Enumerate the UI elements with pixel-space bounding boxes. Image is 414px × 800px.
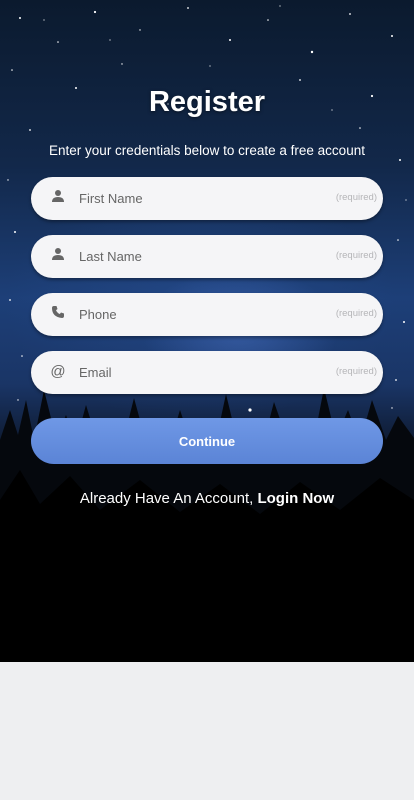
login-now-link[interactable]: Login Now [257,490,334,507]
last-name-input[interactable] [79,235,309,278]
required-label: (required) [335,250,377,261]
first-name-field[interactable]: (required) [31,177,383,220]
page-title: Register [148,86,266,118]
continue-button[interactable]: Continue [31,418,383,464]
person-icon [49,247,67,265]
phone-field[interactable]: (required) [31,293,383,336]
first-name-input[interactable] [79,177,309,220]
required-label: (required) [335,308,377,319]
last-name-field[interactable]: (required) [31,235,383,278]
email-field[interactable]: @ (required) [31,351,383,394]
required-label: (required) [335,366,377,377]
login-prompt-text: Already Have An Account, [79,490,254,507]
at-icon: @ [50,363,66,380]
phone-icon [49,305,67,323]
required-label: (required) [335,192,377,203]
page-subtitle: Enter your credentials below to create a… [49,143,365,158]
phone-input[interactable] [79,293,309,336]
login-prompt-line: Already Have An Account, Login Now [0,490,414,507]
email-input[interactable] [79,351,309,394]
person-icon [49,189,67,207]
